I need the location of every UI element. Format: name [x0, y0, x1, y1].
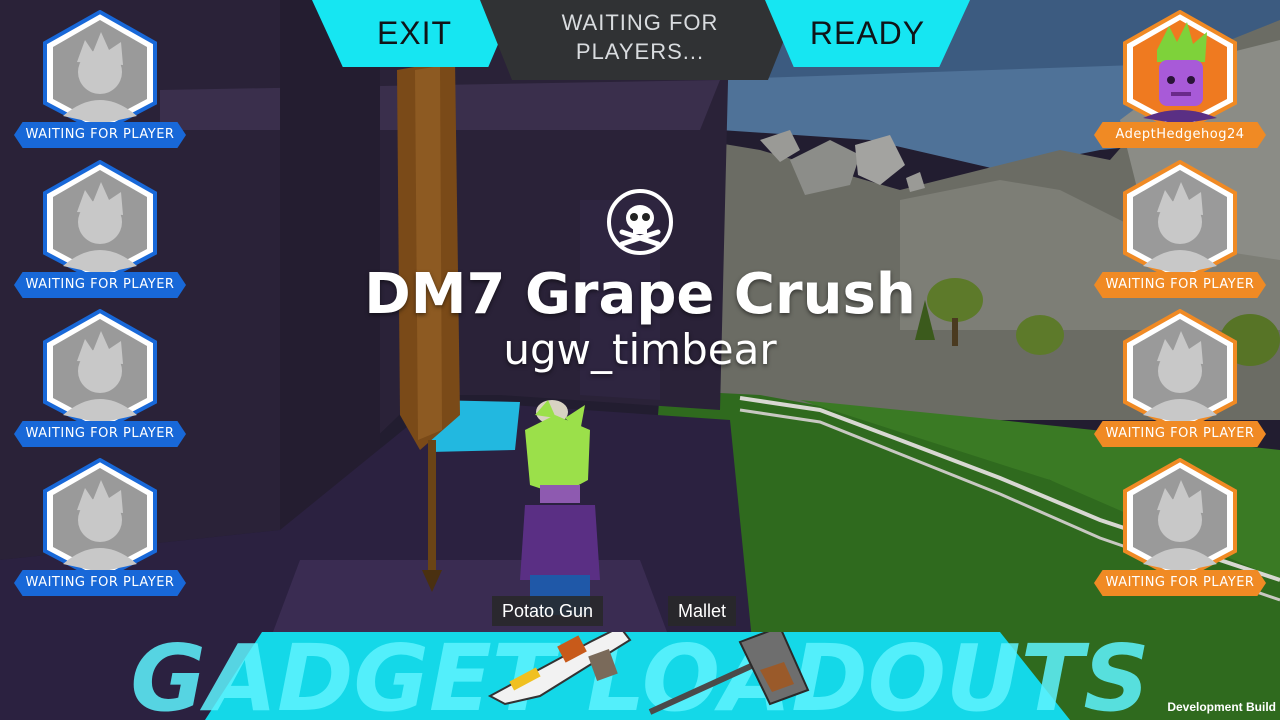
- right-player-slot-1-label: AdeptHedgehog24: [1094, 122, 1266, 148]
- development-build-label: Development Build: [1167, 700, 1276, 714]
- empty-avatar-icon: [43, 458, 157, 582]
- left-player-slot-1-label: WAITING FOR PLAYER: [14, 122, 186, 148]
- right-player-slot-4[interactable]: WAITING FOR PLAYER: [1094, 448, 1266, 598]
- right-player-slot-1[interactable]: AdeptHedgehog24: [1094, 0, 1266, 150]
- ready-button[interactable]: READY: [765, 0, 970, 67]
- weapon-slot-potato-gun[interactable]: Potato Gun: [492, 596, 604, 626]
- map-author: ugw_timbear: [503, 325, 777, 374]
- right-player-slot-2[interactable]: WAITING FOR PLAYER: [1094, 150, 1266, 300]
- left-player-slot-2[interactable]: WAITING FOR PLAYER: [14, 150, 186, 300]
- empty-avatar-icon: [1123, 458, 1237, 582]
- lobby-status-panel: WAITING FOR PLAYERS...: [480, 0, 800, 80]
- empty-avatar-icon: [43, 10, 157, 134]
- left-player-slot-4[interactable]: WAITING FOR PLAYER: [14, 448, 186, 598]
- left-player-slot-1[interactable]: WAITING FOR PLAYER: [14, 0, 186, 150]
- gadget-loadouts-text: GADGET LOADOUTS: [130, 632, 1149, 720]
- purple-character-avatar-icon: [1123, 10, 1237, 134]
- exit-button-label: EXIT: [376, 15, 453, 51]
- map-title: DM7 Grape Crush: [364, 262, 916, 327]
- left-player-slot-4-label: WAITING FOR PLAYER: [14, 570, 186, 596]
- gadget-loadouts-banner[interactable]: GADGET LOADOUTS: [0, 632, 1280, 720]
- right-player-slot-4-label: WAITING FOR PLAYER: [1094, 570, 1266, 596]
- status-line-2: PLAYERS...: [575, 39, 705, 64]
- weapon-slot-mallet[interactable]: Mallet: [668, 596, 737, 626]
- ready-button-label: READY: [809, 15, 926, 51]
- skull-crossbones-icon: [607, 189, 673, 255]
- right-player-slot-3-label: WAITING FOR PLAYER: [1094, 421, 1266, 447]
- lobby-status-text: WAITING FOR PLAYERS...: [480, 8, 800, 66]
- left-player-slot-3-label: WAITING FOR PLAYER: [14, 421, 186, 447]
- status-line-1: WAITING FOR: [561, 10, 719, 35]
